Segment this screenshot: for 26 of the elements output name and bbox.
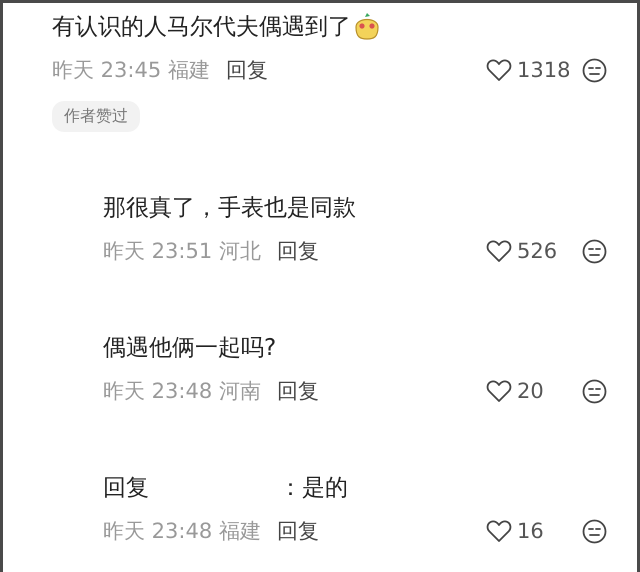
face-icon[interactable] [582, 238, 607, 264]
like-count: 526 [517, 239, 558, 263]
heart-icon[interactable] [486, 519, 512, 543]
heart-icon[interactable] [486, 58, 512, 82]
comment-time: 昨天 23:45 福建 [52, 57, 210, 84]
face-icon[interactable] [582, 518, 607, 544]
reply-button[interactable]: 回复 [226, 56, 268, 84]
reply-prefix: 回复 [103, 474, 149, 502]
comment-time: 昨天 23:51 河北 [103, 238, 261, 265]
comment-time: 昨天 23:48 河南 [103, 378, 261, 405]
comment-time: 昨天 23:48 福建 [103, 518, 261, 545]
heart-icon[interactable] [486, 379, 512, 403]
reply-text: 那很真了，手表也是同款 [103, 194, 356, 222]
reply-button[interactable]: 回复 [276, 237, 319, 265]
like-count: 1318 [517, 58, 570, 82]
author-liked-badge: 作者赞过 [52, 101, 140, 132]
like-count: 16 [517, 519, 544, 543]
reply-text: 偶遇他俩一起吗? [103, 334, 276, 362]
heart-icon[interactable] [486, 239, 512, 263]
reply-text: ：是的 [279, 474, 348, 502]
like-count: 20 [517, 379, 544, 403]
face-icon[interactable] [582, 58, 607, 82]
comment-text: 有认识的人马尔代夫偶遇到了 [52, 12, 351, 42]
face-icon[interactable] [582, 378, 607, 404]
reply-button[interactable]: 回复 [276, 517, 319, 545]
reply-button[interactable]: 回复 [276, 377, 319, 405]
